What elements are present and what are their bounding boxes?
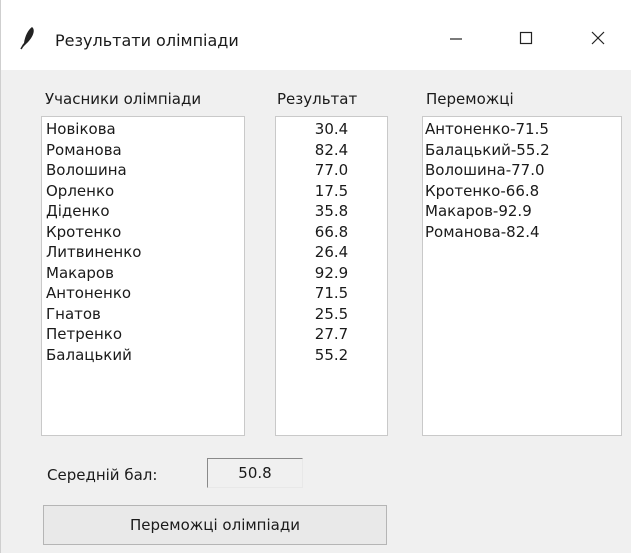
list-item[interactable]: 17.5 — [276, 181, 387, 202]
winners-header: Переможці — [426, 90, 514, 108]
list-item[interactable]: Гнатов — [46, 304, 244, 325]
list-item[interactable]: Балацький-55.2 — [425, 140, 621, 161]
app-window: Результати олімпіади Учасники олімпіади … — [0, 0, 631, 553]
list-item[interactable]: 82.4 — [276, 140, 387, 161]
list-item[interactable]: Макаров — [46, 263, 244, 284]
list-item[interactable]: Романова — [46, 140, 244, 161]
list-item[interactable]: 92.9 — [276, 263, 387, 284]
list-item[interactable]: Антоненко-71.5 — [425, 119, 621, 140]
participants-header: Учасники олімпіади — [45, 90, 202, 108]
list-item[interactable]: Петренко — [46, 324, 244, 345]
results-header: Результат — [277, 90, 358, 108]
list-item[interactable]: Новікова — [46, 119, 244, 140]
list-item[interactable]: 66.8 — [276, 222, 387, 243]
list-item[interactable]: Макаров-92.9 — [425, 201, 621, 222]
close-button[interactable] — [575, 20, 621, 56]
minimize-button[interactable] — [433, 20, 479, 56]
average-value-field: 50.8 — [207, 458, 303, 488]
participants-listbox[interactable]: Новікова Романова Волошина Орленко Діден… — [41, 116, 245, 436]
list-item[interactable]: 55.2 — [276, 345, 387, 366]
title-bar[interactable]: Результати олімпіади — [1, 0, 631, 70]
list-item[interactable]: 30.4 — [276, 119, 387, 140]
results-listbox[interactable]: 30.4 82.4 77.0 17.5 35.8 66.8 26.4 92.9 … — [275, 116, 388, 436]
list-item[interactable]: Литвиненко — [46, 242, 244, 263]
list-item[interactable]: Антоненко — [46, 283, 244, 304]
average-label: Середній бал: — [47, 466, 158, 484]
minimize-icon — [449, 31, 463, 45]
list-item[interactable]: Романова-82.4 — [425, 222, 621, 243]
list-item[interactable]: 35.8 — [276, 201, 387, 222]
list-item[interactable]: 71.5 — [276, 283, 387, 304]
list-item[interactable]: Кротенко-66.8 — [425, 181, 621, 202]
show-winners-button[interactable]: Переможці олімпіади — [43, 505, 387, 545]
list-item[interactable]: 77.0 — [276, 160, 387, 181]
list-item[interactable]: Діденко — [46, 201, 244, 222]
maximize-button[interactable] — [503, 20, 549, 56]
feather-icon — [19, 26, 37, 50]
window-title: Результати олімпіади — [55, 31, 239, 50]
close-icon — [591, 31, 605, 45]
list-item[interactable]: Кротенко — [46, 222, 244, 243]
list-item[interactable]: Волошина-77.0 — [425, 160, 621, 181]
list-item[interactable]: Орленко — [46, 181, 244, 202]
list-item[interactable]: Балацький — [46, 345, 244, 366]
list-item[interactable]: 25.5 — [276, 304, 387, 325]
winners-listbox[interactable]: Антоненко-71.5 Балацький-55.2 Волошина-7… — [422, 116, 622, 436]
list-item[interactable]: 26.4 — [276, 242, 387, 263]
list-item[interactable]: Волошина — [46, 160, 244, 181]
maximize-icon — [519, 31, 533, 45]
list-item[interactable]: 27.7 — [276, 324, 387, 345]
